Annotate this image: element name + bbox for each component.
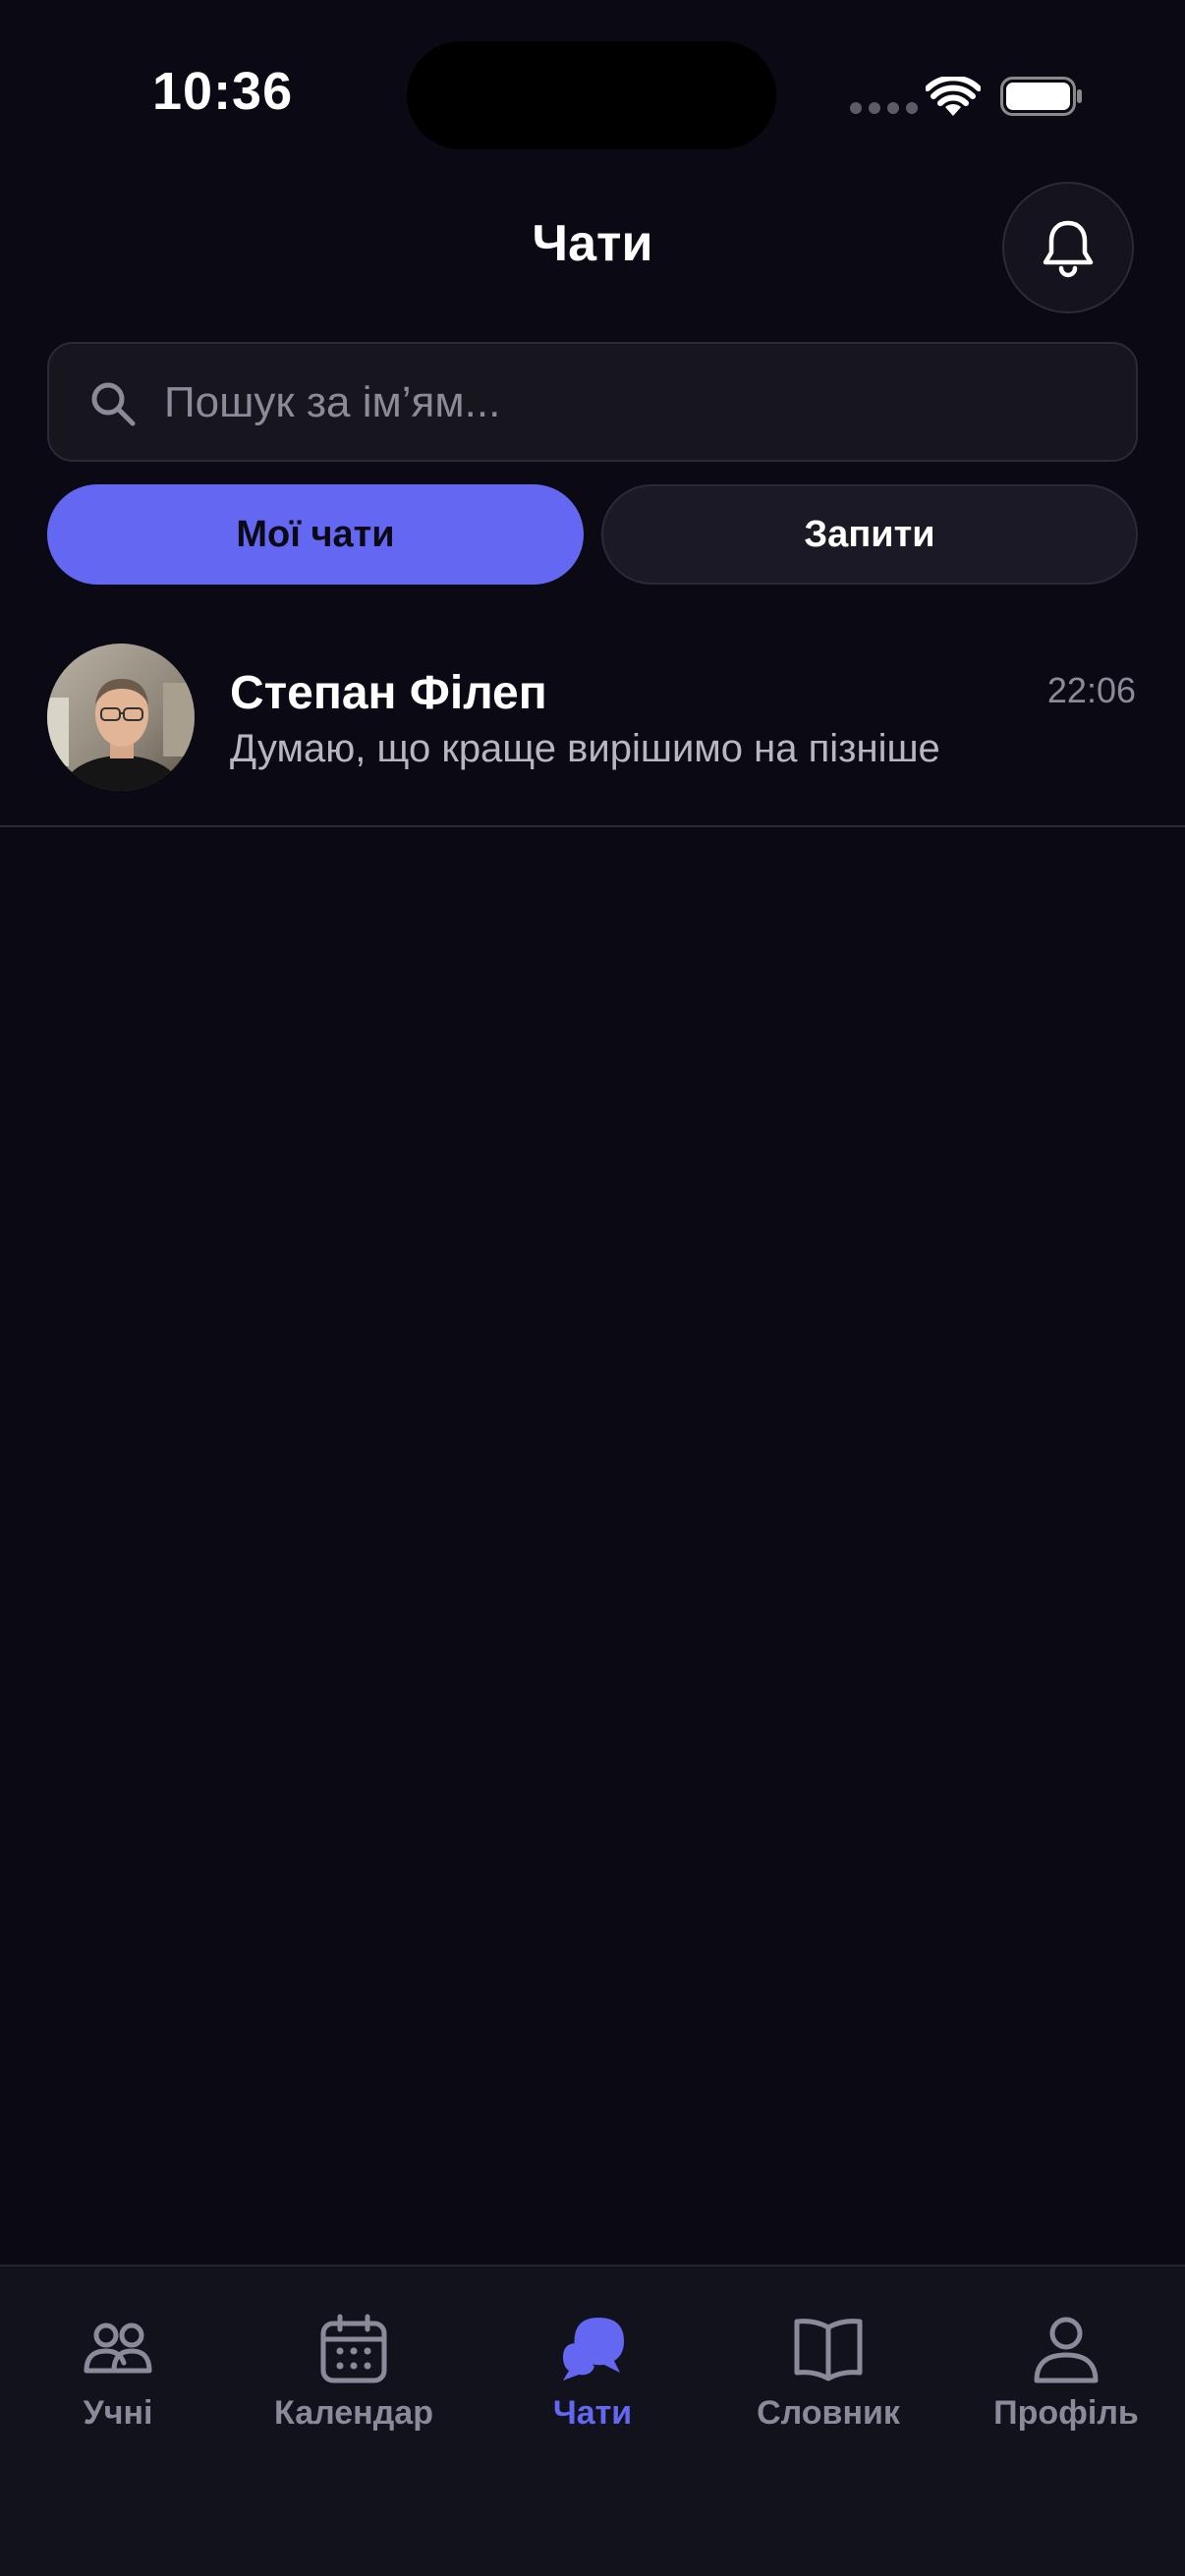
- status-bar: 10:36: [0, 0, 1185, 187]
- tab-requests-label: Запити: [804, 513, 935, 555]
- battery-icon: [1000, 77, 1082, 116]
- chat-timestamp: 22:06: [1046, 670, 1136, 710]
- notifications-button[interactable]: [1002, 182, 1134, 313]
- nav-item-dictionary[interactable]: Словник: [730, 2314, 927, 2433]
- tab-my-chats-label: Мої чати: [236, 513, 395, 555]
- search-icon: [91, 382, 136, 426]
- wifi-icon: [926, 77, 981, 116]
- nav-label-dictionary: Словник: [757, 2394, 900, 2432]
- nav-item-chats[interactable]: Чати: [494, 2314, 691, 2433]
- chat-bubbles-icon: [563, 2318, 624, 2380]
- cellular-signal-icon: [850, 102, 918, 114]
- users-icon: [84, 2323, 152, 2374]
- search-input[interactable]: [162, 344, 1109, 462]
- nav-label-profile: Профіль: [993, 2394, 1139, 2432]
- chat-contact-name: Степан Філеп: [230, 667, 547, 719]
- avatar: [47, 644, 195, 791]
- profile-icon: [1034, 2317, 1099, 2383]
- search-box[interactable]: [47, 342, 1138, 462]
- tab-my-chats[interactable]: Мої чати: [47, 484, 584, 585]
- nav-item-students[interactable]: Учні: [20, 2314, 216, 2433]
- dynamic-island: [407, 41, 776, 149]
- book-icon: [794, 2319, 863, 2381]
- nav-item-calendar[interactable]: Календар: [255, 2314, 452, 2433]
- chat-list-item[interactable]: Степан Філеп 22:06 Думаю, що краще виріш…: [0, 629, 1185, 827]
- bottom-tab-bar: Учні Календар Чати Словник Профіль: [0, 2265, 1185, 2576]
- tab-requests[interactable]: Запити: [601, 484, 1138, 585]
- nav-label-chats: Чати: [552, 2394, 633, 2432]
- chat-last-message: Думаю, що краще вирішимо на пізніше: [230, 727, 940, 770]
- nav-label-calendar: Календар: [274, 2394, 433, 2432]
- nav-label-students: Учні: [83, 2394, 153, 2432]
- bell-icon: [1043, 220, 1094, 278]
- nav-item-profile[interactable]: Профіль: [968, 2314, 1164, 2433]
- calendar-icon: [320, 2314, 387, 2383]
- status-time: 10:36: [152, 62, 294, 121]
